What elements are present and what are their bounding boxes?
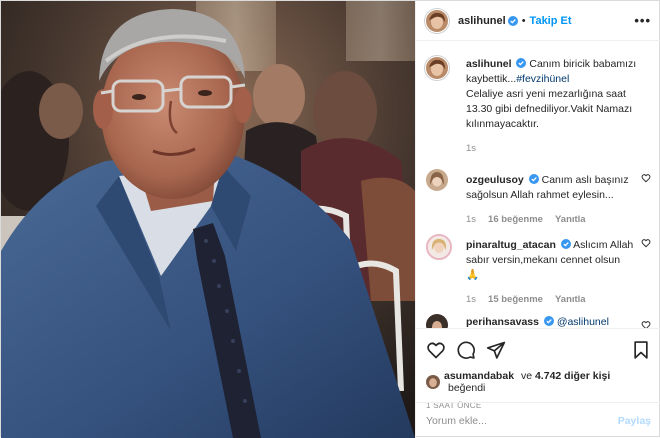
comment-avatar-image: [426, 314, 448, 328]
caption-body: aslihunel Canım biricik babamızı kaybett…: [466, 57, 646, 156]
bookmark-icon[interactable]: [631, 340, 651, 360]
liker-avatar[interactable]: [426, 375, 440, 389]
follow-button[interactable]: Takip Et: [530, 15, 572, 27]
likes-summary: asumandabak ve 4.742 diğer kişi beğendi: [426, 370, 651, 394]
caption-avatar-image: [426, 57, 448, 79]
post-comment-button[interactable]: Paylaş: [618, 415, 651, 427]
comment-avatar-image: [426, 169, 448, 191]
heart-icon[interactable]: [641, 320, 651, 328]
comment-username[interactable]: perihansavass: [466, 316, 539, 328]
likes-suffix: beğendi: [448, 382, 486, 394]
caption-meta: 1s: [466, 141, 646, 156]
comment-body: pinaraltug_atacan Aslıcım Allah sabır ve…: [466, 238, 646, 307]
comment-avatar[interactable]: [426, 314, 448, 328]
comment-likes[interactable]: 16 beğenme: [488, 214, 543, 225]
likes-and: ve: [520, 370, 533, 382]
likes-count[interactable]: 4.742 diğer kişi: [535, 370, 610, 382]
caption-time[interactable]: 1s: [466, 143, 476, 154]
comment-avatar[interactable]: [426, 169, 448, 191]
comment-avatar-image: [428, 236, 450, 258]
comments-list[interactable]: aslihunel Canım biricik babamızı kaybett…: [416, 42, 660, 328]
post-photo[interactable]: [1, 1, 415, 438]
post-header: aslihunel • Takip Et •••: [416, 1, 660, 41]
caption-hashtag[interactable]: #fevzihünel: [516, 73, 569, 85]
verified-badge-icon: [516, 58, 527, 68]
caption-username[interactable]: aslihunel: [466, 58, 512, 70]
comment-avatar[interactable]: [426, 234, 452, 260]
comment-mention[interactable]: @aslihunel: [557, 316, 609, 328]
verified-badge-icon: [543, 316, 554, 326]
author-username[interactable]: aslihunel: [458, 15, 506, 27]
post-side-panel: aslihunel • Takip Et ••• aslihunel Canım…: [415, 1, 660, 438]
action-icons: [426, 339, 651, 361]
reply-button[interactable]: Yanıtla: [555, 294, 586, 305]
reply-button[interactable]: Yanıtla: [555, 214, 586, 225]
caption-text-2: Celaliye asri yeni mezarlığına saat 13.3…: [466, 88, 633, 130]
liker-avatar-image: [426, 375, 440, 389]
heart-icon[interactable]: [426, 340, 446, 360]
verified-badge-icon: [528, 174, 539, 184]
caption-avatar[interactable]: [426, 57, 448, 79]
header-separator: •: [521, 14, 526, 27]
liker-username[interactable]: asumandabak: [444, 370, 514, 382]
pray-emoji: 🙏: [466, 269, 480, 281]
share-icon[interactable]: [486, 340, 506, 360]
heart-icon[interactable]: [641, 173, 651, 183]
author-avatar[interactable]: [426, 9, 448, 32]
add-comment-bar: Yorum ekle... Paylaş: [416, 402, 660, 438]
comment-icon[interactable]: [456, 340, 476, 360]
comment-meta: 1s 16 beğenme Yanıtla: [466, 212, 646, 227]
verified-badge-icon: [560, 239, 571, 249]
comment-input[interactable]: Yorum ekle...: [426, 415, 618, 427]
more-options-icon[interactable]: •••: [634, 14, 651, 27]
comment-body: perihansavass @aslihunel: [466, 315, 646, 328]
verified-badge-icon: [507, 15, 518, 26]
photo-man-in-suit: [1, 1, 415, 438]
comment-username[interactable]: ozgeulusoy: [466, 174, 524, 186]
comment-meta: 1s 15 beğenme Yanıtla: [466, 292, 646, 307]
heart-icon[interactable]: [641, 238, 651, 248]
comment-time[interactable]: 1s: [466, 214, 476, 225]
author-avatar-image: [426, 9, 448, 32]
comment-time[interactable]: 1s: [466, 294, 476, 305]
instagram-post: aslihunel • Takip Et ••• aslihunel Canım…: [0, 0, 660, 438]
comment-username[interactable]: pinaraltug_atacan: [466, 239, 556, 251]
comment-likes[interactable]: 15 beğenme: [488, 294, 543, 305]
comment-body: ozgeulusoy Canım aslı başınız sağolsun A…: [466, 173, 646, 227]
